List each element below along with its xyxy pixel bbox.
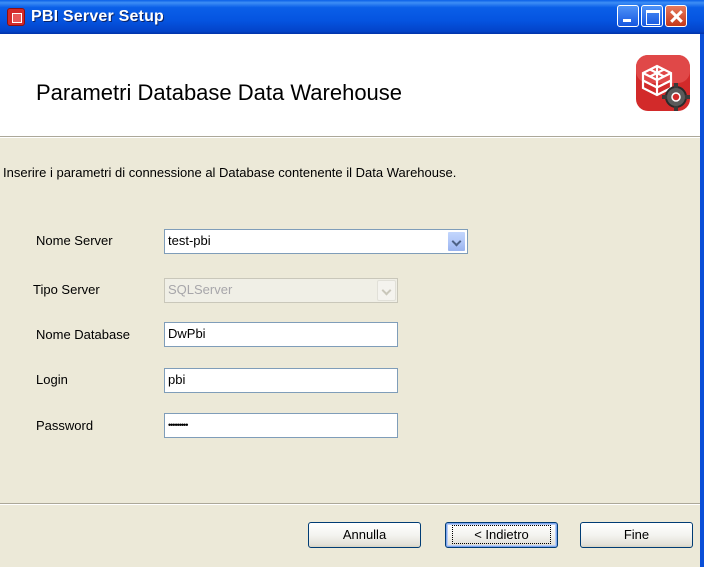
password-value: ••••••••• bbox=[168, 420, 188, 430]
back-button-label: < Indietro bbox=[452, 525, 551, 544]
server-type-value: SQLServer bbox=[168, 282, 233, 297]
back-button[interactable]: < Indietro bbox=[445, 522, 558, 548]
server-type-label: Tipo Server bbox=[33, 282, 100, 297]
chevron-down-icon[interactable] bbox=[447, 231, 466, 252]
cube-gear-icon bbox=[636, 55, 690, 111]
chevron-down-icon bbox=[377, 280, 396, 301]
cancel-button[interactable]: Annulla bbox=[308, 522, 421, 548]
server-name-value: test-pbi bbox=[168, 233, 211, 248]
wizard-header: Parametri Database Data Warehouse bbox=[0, 34, 700, 137]
header-divider bbox=[0, 137, 700, 138]
setup-window: PBI Server Setup Parametri Database Data… bbox=[0, 0, 704, 567]
window-frame-right bbox=[700, 34, 704, 567]
database-name-label: Nome Database bbox=[36, 327, 130, 342]
minimize-button[interactable] bbox=[617, 5, 639, 27]
close-button[interactable] bbox=[665, 5, 687, 27]
maximize-button[interactable] bbox=[641, 5, 663, 27]
page-title: Parametri Database Data Warehouse bbox=[36, 80, 403, 105]
server-name-dropdown[interactable]: test-pbi bbox=[164, 229, 468, 254]
finish-button[interactable]: Fine bbox=[580, 522, 693, 548]
login-value: pbi bbox=[168, 372, 186, 387]
footer-divider bbox=[0, 503, 700, 505]
password-input[interactable]: ••••••••• bbox=[164, 413, 398, 438]
title-bar[interactable]: PBI Server Setup bbox=[0, 0, 704, 34]
server-type-dropdown: SQLServer bbox=[164, 278, 398, 303]
login-input[interactable]: pbi bbox=[164, 368, 398, 393]
database-name-value: DwPbi bbox=[168, 326, 206, 341]
app-icon[interactable] bbox=[7, 8, 25, 26]
database-name-input[interactable]: DwPbi bbox=[164, 322, 398, 347]
instructions-text: Inserire i parametri di connessione al D… bbox=[3, 165, 457, 180]
server-name-label: Nome Server bbox=[36, 233, 113, 248]
password-label: Password bbox=[36, 418, 94, 433]
login-label: Login bbox=[36, 372, 68, 387]
window-title: PBI Server Setup bbox=[31, 8, 165, 25]
